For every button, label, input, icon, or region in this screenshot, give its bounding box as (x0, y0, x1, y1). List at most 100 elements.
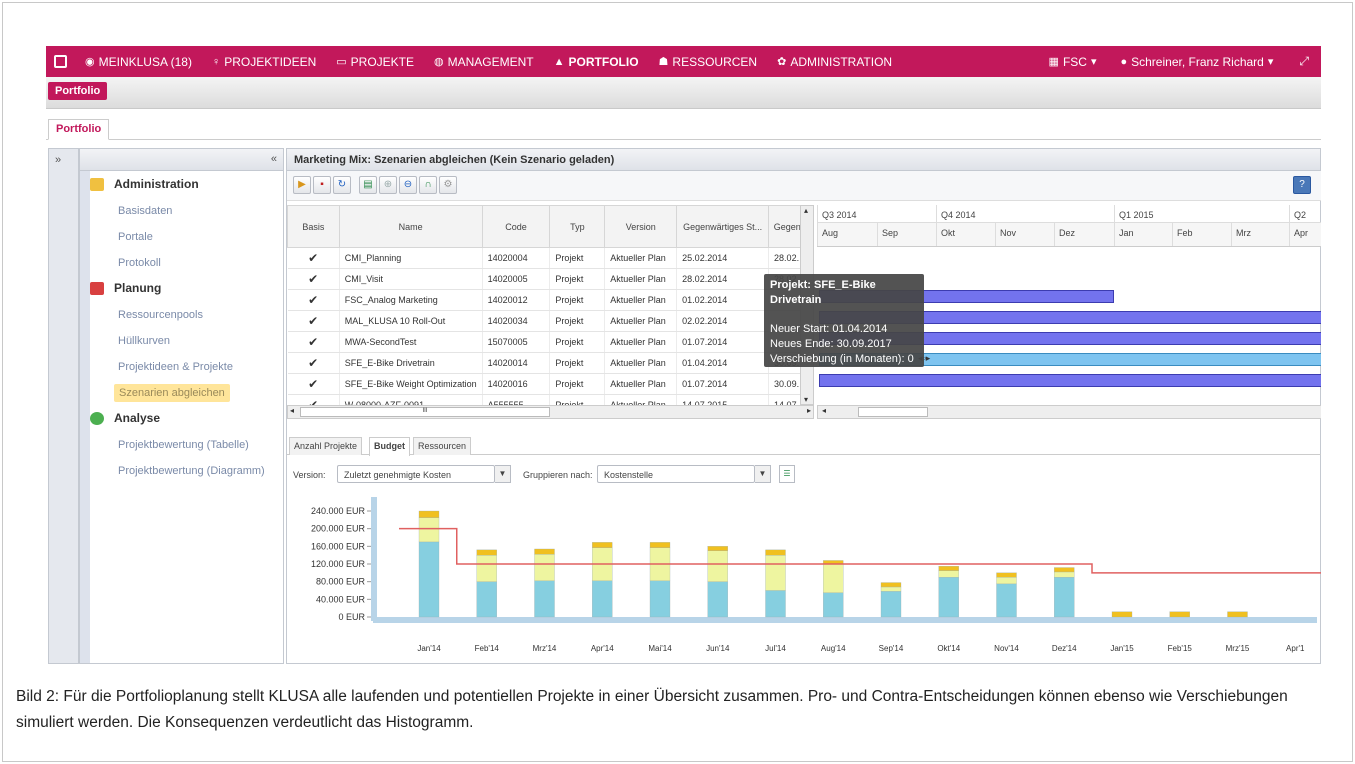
nav-item-portfolio[interactable]: ▲ PORTFOLIO (544, 46, 649, 77)
table-row[interactable]: ✔ SFE_E-Bike Weight Optimization 14020016 P… (287, 373, 813, 395)
table-cell: 01.02.2014 (676, 289, 770, 311)
bar-segment (476, 549, 497, 556)
sidebar-item-ressourcenpools[interactable]: Ressourcenpools (118, 309, 203, 321)
shift-icon[interactable]: ∩ (419, 176, 437, 194)
breadcrumb[interactable]: Portfolio (48, 82, 108, 100)
bar-segment (823, 592, 844, 618)
bar-segment (823, 563, 844, 593)
sidebar-item-basisdaten[interactable]: Basisdaten (118, 205, 172, 217)
horizontal-scrollbar[interactable]: ◂ III ▸ (287, 405, 813, 419)
table-row[interactable]: ✔ MAL_KLUSA 10 Roll-Out 14020034 Projekt Akt… (287, 310, 813, 332)
x-tick-label: Aug'14 (821, 644, 846, 653)
scrollbar-thumb[interactable] (858, 407, 928, 417)
gantt-bar-sfe-weight-optimization[interactable] (819, 374, 1321, 387)
sidebar-section-planung[interactable]: Planung (90, 281, 161, 295)
table-cell: Aktueller Plan (604, 331, 678, 353)
zoom-in-icon[interactable]: ⊕ (379, 176, 397, 194)
nav-item-projektideen[interactable]: ♀ PROJEKTIDEEN (202, 46, 326, 77)
figure-caption: Bild 2: Für die Portfolioplanung stellt … (16, 688, 1288, 731)
scroll-left-icon[interactable]: ◂ (822, 406, 826, 415)
gear-icon: ✿ (777, 56, 787, 68)
scroll-right-icon[interactable]: ▸ (807, 406, 811, 415)
nav-item-projekte[interactable]: ▭ PROJEKTE (326, 46, 424, 77)
tab-portfolio[interactable]: Portfolio (48, 119, 110, 140)
basis-checkbox[interactable]: ✔ (287, 352, 340, 374)
gantt-month: Aug (817, 223, 838, 246)
nav-item-meinklusa[interactable]: ◉ MEINKLUSA (18) (75, 46, 202, 77)
caret-down-icon: ▾ (1267, 56, 1274, 68)
nav-item-administration[interactable]: ✿ ADMINISTRATION (767, 46, 902, 77)
help-icon[interactable]: ? (1293, 176, 1311, 194)
sidebar-item-projektbewertung-diagramm[interactable]: Projektbewertung (Diagramm) (118, 465, 265, 477)
scrollbar-thumb[interactable]: III (300, 407, 550, 417)
table-cell: Aktueller Plan (604, 268, 678, 290)
bar-segment (765, 590, 786, 618)
col-header-current-start[interactable]: Gegenwärtiges St... (676, 205, 770, 248)
table-row[interactable]: ✔ SFE_E-Bike Drivetrain 14020014 Projekt Akt… (287, 352, 813, 374)
settings-icon[interactable]: ⚙ (439, 176, 457, 194)
refresh-icon[interactable]: ↻ (333, 176, 351, 194)
bar-segment (534, 548, 555, 555)
col-header-basis[interactable]: Basis (287, 205, 340, 248)
tab-anzahl-projekte[interactable]: Anzahl Projekte (289, 437, 363, 455)
open-icon[interactable]: ▶ (293, 176, 311, 194)
save-icon[interactable]: ▪ (313, 176, 331, 194)
sidebar-item-huellkurven[interactable]: Hüllkurven (118, 335, 170, 347)
gantt-month: Dez (1054, 223, 1075, 246)
gantt-month: Okt (936, 223, 955, 246)
sidebar-item-projektideen-projekte[interactable]: Projektideen & Projekte (118, 361, 233, 373)
table-row[interactable]: ✔ FSC_Analog Marketing 14020012 Projekt Aktu… (287, 289, 813, 311)
scroll-down-icon[interactable]: ▾ (804, 395, 808, 404)
user-icon: ● (1120, 55, 1128, 68)
table-cell: CMI_Visit (339, 268, 483, 290)
table-row[interactable]: ✔ MWA-SecondTest 15070005 Projekt Aktueller … (287, 331, 813, 353)
scroll-left-icon[interactable]: ◂ (290, 406, 294, 415)
user-menu[interactable]: ● Schreiner, Franz Richard ▾ (1110, 46, 1287, 77)
gantt-horizontal-scrollbar[interactable]: ◂ (817, 405, 1321, 419)
x-tick-label: Jun'14 (706, 644, 730, 653)
sidebar-section-analyse[interactable]: Analyse (90, 411, 160, 425)
expand-panel-icon[interactable]: » (55, 154, 61, 166)
org-menu[interactable]: ▦ FSC ▾ (1039, 46, 1111, 77)
bar-segment (938, 570, 959, 578)
expand-icon[interactable]: ⤢ (1287, 46, 1321, 77)
sidebar-section-administration[interactable]: Administration (90, 177, 199, 191)
col-header-version[interactable]: Version (604, 205, 678, 248)
basis-checkbox[interactable]: ✔ (287, 289, 340, 311)
group-by-select[interactable]: Kostenstelle (597, 465, 755, 483)
chevron-down-icon[interactable]: ▼ (495, 465, 511, 483)
nav-item-management[interactable]: ◍ MANAGEMENT (424, 46, 544, 77)
tab-ressourcen[interactable]: Ressourcen (413, 437, 472, 455)
version-select[interactable]: Zuletzt genehmigte Kosten (337, 465, 495, 483)
zoom-out-icon[interactable]: ⊖ (399, 176, 417, 194)
sidebar-item-portale[interactable]: Portale (118, 231, 153, 243)
basis-checkbox[interactable]: ✔ (287, 373, 340, 395)
col-header-code[interactable]: Code (481, 205, 551, 248)
basis-checkbox[interactable]: ✔ (287, 268, 340, 290)
table-row[interactable]: ✔ CMI_Visit 14020005 Projekt Aktueller Plan 2… (287, 268, 813, 290)
table-row[interactable]: ✔ CMI_Planning 14020004 Projekt Aktueller Pl… (287, 247, 813, 269)
basis-checkbox[interactable]: ✔ (287, 331, 340, 353)
list-options-icon[interactable]: ☰ (779, 465, 795, 483)
table-cell: 14020005 (482, 268, 551, 290)
sidebar-item-szenarien-abgleichen[interactable]: Szenarien abgleichen (114, 384, 230, 402)
table-cell: 01.07.2014 (676, 373, 770, 395)
bar-segment (418, 517, 440, 543)
tab-budget[interactable]: Budget (369, 437, 410, 456)
sidebar-item-protokoll[interactable]: Protokoll (118, 257, 161, 269)
collapse-panel-icon[interactable]: « (271, 153, 277, 165)
col-header-typ[interactable]: Typ (549, 205, 606, 248)
basis-checkbox[interactable]: ✔ (287, 310, 340, 332)
nav-item-ressourcen[interactable]: ☗ RESSOURCEN (649, 46, 768, 77)
sidebar-item-projektbewertung-tabelle[interactable]: Projektbewertung (Tabelle) (118, 439, 249, 451)
basis-checkbox[interactable]: ✔ (287, 247, 340, 269)
table-icon[interactable]: ▤ (359, 176, 377, 194)
collapsed-nav-bar[interactable]: » (48, 148, 79, 664)
col-header-name[interactable]: Name (338, 205, 483, 248)
bar-segment (418, 541, 440, 618)
app-logo-icon[interactable] (46, 46, 75, 77)
table-cell: Projekt (549, 352, 606, 374)
scroll-up-icon[interactable]: ▴ (804, 206, 808, 215)
chevron-down-icon[interactable]: ▼ (755, 465, 771, 483)
gantt-quarter-header: Q3 2014 Q4 2014 Q1 2015 Q2 (817, 205, 1321, 223)
